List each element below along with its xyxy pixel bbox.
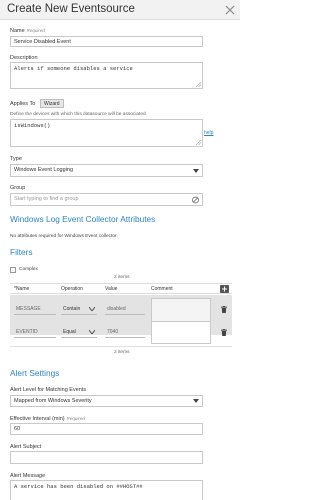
col-operation: Operation bbox=[61, 286, 83, 292]
group-label: Group bbox=[10, 185, 26, 191]
col-value: Value bbox=[105, 286, 118, 292]
col-comment: Comment bbox=[151, 286, 173, 292]
filter-operation-select[interactable]: Contain bbox=[61, 304, 97, 315]
filter-name-input[interactable]: MESSAGE bbox=[14, 304, 56, 315]
applies-to-textarea[interactable]: isWindows() bbox=[10, 119, 203, 147]
filters-count-bottom: 2 items bbox=[114, 350, 130, 355]
name-label-text: Name bbox=[10, 28, 25, 34]
alert-subject-input[interactable] bbox=[10, 451, 203, 464]
filters-count-top: 2 items bbox=[114, 275, 130, 280]
alert-level-label: Alert Level for Matching Events bbox=[10, 387, 87, 393]
name-label: Name Required bbox=[10, 28, 45, 34]
filter-value-input[interactable]: disabled bbox=[105, 304, 145, 315]
group-field[interactable]: Start typing to find a group bbox=[10, 193, 203, 206]
col-name: *Name bbox=[14, 286, 30, 292]
close-icon[interactable] bbox=[223, 3, 237, 17]
applies-to-hint: Define the devices with which this datas… bbox=[10, 112, 148, 117]
alert-section-title: Alert Settings bbox=[10, 368, 60, 378]
chevron-down-icon bbox=[89, 307, 95, 311]
trash-icon[interactable] bbox=[221, 306, 227, 313]
description-label: Description bbox=[10, 55, 38, 61]
description-text: Alerts if someone disables a service bbox=[14, 65, 133, 72]
trash-icon[interactable] bbox=[221, 329, 227, 336]
filters-section-title: Filters bbox=[10, 247, 33, 257]
modal-title: Create New Eventsource bbox=[7, 3, 135, 15]
collector-note: No attributes required for Windows Event… bbox=[10, 234, 118, 239]
filter-name-input[interactable]: EVENTID bbox=[14, 327, 56, 338]
interval-label: Effective Interval (min) Required bbox=[10, 416, 85, 422]
add-filter-icon[interactable] bbox=[220, 285, 229, 293]
filter-value-input[interactable]: 7040 bbox=[105, 327, 145, 338]
chevron-down-icon bbox=[89, 330, 95, 334]
modal-header: Create New Eventsource bbox=[0, 0, 240, 20]
type-label: Type bbox=[10, 156, 22, 162]
chevron-down-icon bbox=[193, 399, 199, 403]
interval-input[interactable]: 60 bbox=[10, 423, 203, 435]
clear-icon[interactable] bbox=[192, 196, 199, 203]
name-input[interactable]: Service Disabled Event bbox=[10, 36, 203, 47]
alert-level-value: Mapped from Windows Severity bbox=[14, 398, 92, 404]
description-textarea[interactable]: Alerts if someone disables a service bbox=[10, 62, 203, 89]
filters-table-header: *Name Operation Value Comment bbox=[10, 283, 232, 294]
chevron-down-icon bbox=[193, 168, 199, 173]
type-selected-value: Windows Event Logging bbox=[14, 167, 74, 173]
alert-level-select[interactable]: Mapped from Windows Severity bbox=[10, 395, 203, 407]
name-required-tag: Required bbox=[26, 28, 45, 33]
filter-operation-value: Equal bbox=[63, 329, 76, 335]
applies-to-label: Applies To bbox=[10, 101, 36, 107]
alert-message-label: Alert Message bbox=[10, 473, 46, 479]
filter-comment-input[interactable] bbox=[151, 321, 211, 344]
applies-to-text: isWindows() bbox=[14, 122, 51, 129]
resize-grip-icon[interactable] bbox=[196, 82, 201, 87]
filter-operation-select[interactable]: Equal bbox=[61, 327, 97, 338]
collector-section-title: Windows Log Event Collector Attributes bbox=[10, 214, 156, 224]
alert-subject-label: Alert Subject bbox=[10, 444, 42, 450]
help-link[interactable]: help bbox=[204, 130, 213, 136]
resize-grip-icon[interactable] bbox=[196, 140, 201, 145]
alert-message-text: A service has been disabled on ##HOST## bbox=[14, 483, 143, 490]
wizard-button[interactable]: Wizard bbox=[40, 99, 64, 108]
complex-label: Complex bbox=[19, 267, 38, 272]
interval-label-text: Effective Interval (min) bbox=[10, 416, 65, 422]
alert-message-textarea[interactable]: A service has been disabled on ##HOST## bbox=[10, 480, 203, 500]
filter-operation-value: Contain bbox=[63, 306, 81, 312]
table-divider bbox=[10, 346, 232, 347]
interval-required-tag: Required bbox=[66, 416, 85, 421]
group-placeholder: Start typing to find a group bbox=[14, 196, 79, 202]
type-select[interactable]: Windows Event Logging bbox=[10, 164, 203, 177]
complex-checkbox[interactable] bbox=[10, 267, 16, 273]
